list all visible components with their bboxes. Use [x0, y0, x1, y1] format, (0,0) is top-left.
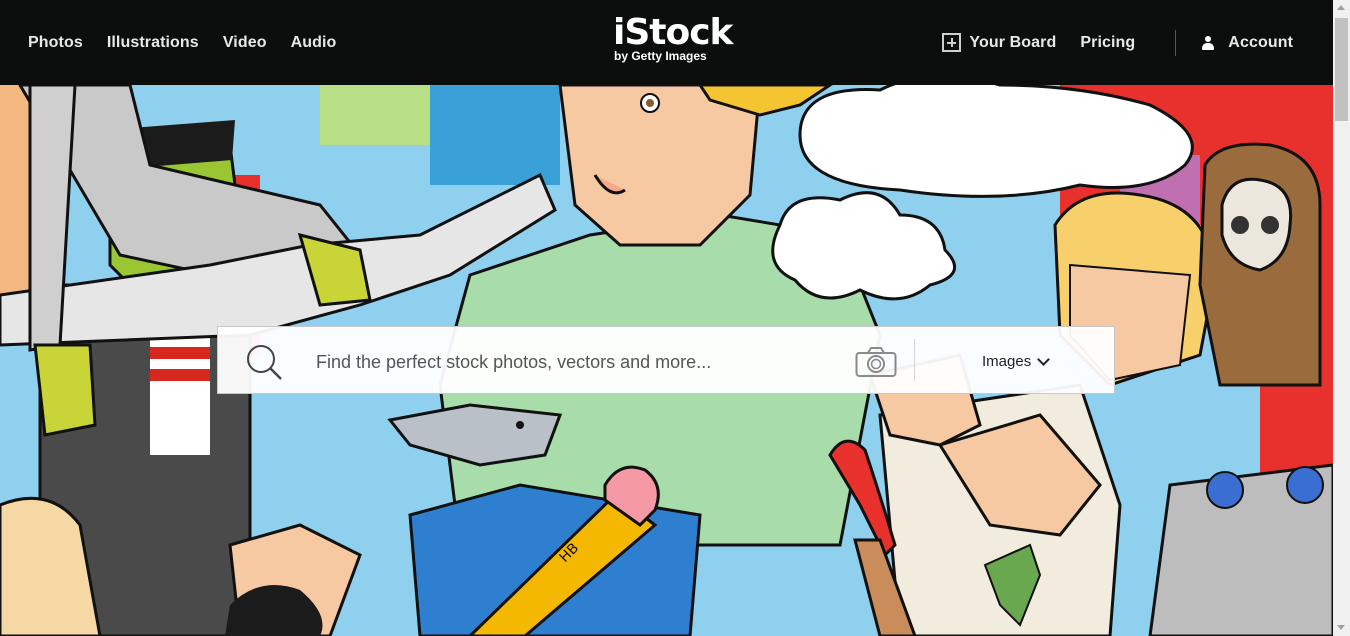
page-scrollbar[interactable]	[1333, 0, 1350, 636]
camera-search-icon[interactable]	[855, 346, 897, 378]
nav-audio[interactable]: Audio	[291, 34, 337, 52]
nav-illustrations[interactable]: Illustrations	[107, 34, 199, 52]
logo-wordmark: iStock	[613, 12, 734, 53]
istock-logo[interactable]: iStock by Getty Images	[613, 12, 734, 70]
scroll-up-arrow-icon[interactable]	[1337, 5, 1345, 10]
search-bar: Images	[217, 326, 1115, 394]
media-type-label: Images	[982, 352, 1032, 370]
media-type-dropdown[interactable]: Images	[982, 327, 1051, 395]
nav-pricing[interactable]: Pricing	[1080, 34, 1135, 52]
user-icon	[1202, 35, 1215, 50]
search-input[interactable]	[314, 345, 848, 379]
your-board-label: Your Board	[969, 33, 1057, 51]
nav-video[interactable]: Video	[223, 34, 267, 52]
media-nav: Photos Illustrations Video Audio	[28, 0, 336, 85]
your-board-link[interactable]: Your Board	[942, 33, 1056, 52]
chevron-down-icon	[1037, 352, 1051, 366]
user-nav: Your Board Pricing Account	[942, 0, 1293, 85]
account-menu[interactable]: Account	[1202, 34, 1293, 52]
search-icon[interactable]	[244, 342, 284, 382]
top-navigation-bar: Photos Illustrations Video Audio iStock …	[0, 0, 1333, 85]
search-divider	[914, 339, 915, 381]
scroll-down-arrow-icon[interactable]	[1337, 625, 1345, 630]
nav-divider	[1175, 29, 1177, 56]
board-add-icon	[942, 33, 962, 52]
account-label: Account	[1228, 33, 1293, 51]
nav-photos[interactable]: Photos	[28, 34, 83, 52]
scroll-thumb[interactable]	[1335, 18, 1348, 121]
